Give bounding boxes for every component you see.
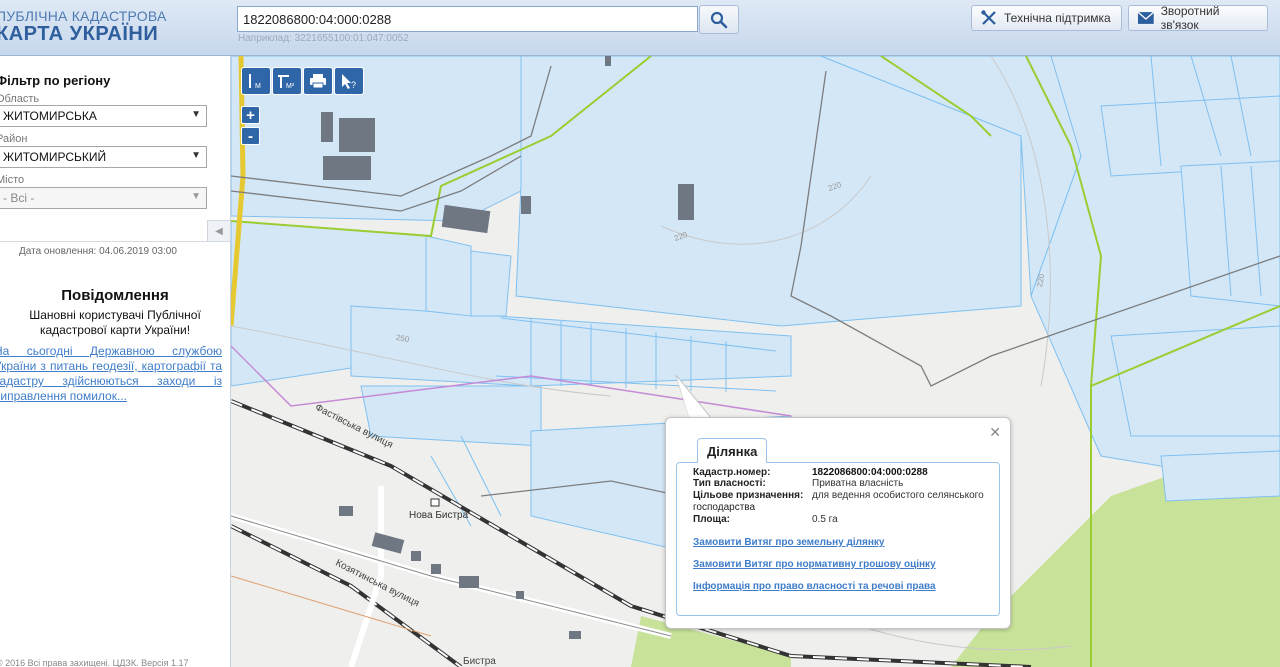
zoom-in-button[interactable]: + — [241, 106, 260, 124]
oblast-value: ЖИТОМИРСЬКА — [3, 109, 97, 123]
pointer-question-icon: ? — [342, 74, 356, 90]
cadastr-label: Кадастр.номер: — [693, 467, 771, 478]
oblast-label: Область — [0, 93, 40, 105]
rayon-label: Район — [0, 133, 28, 145]
notice-link[interactable]: На сьогодні Державною службою України з … — [0, 344, 222, 404]
purpose-value-cont: господарства — [693, 502, 756, 513]
logo-line1: ПУБЛІЧНА КАДАСТРОВА — [0, 8, 167, 24]
ownership-info-link[interactable]: Інформація про право власності та речові… — [693, 581, 936, 592]
ruler-icon: M — [249, 74, 261, 90]
ownership-value: Приватна власність — [812, 478, 904, 489]
printer-icon — [310, 74, 326, 89]
village-label: Нова Бистра — [409, 510, 469, 521]
popup-pointer — [675, 374, 714, 420]
zoom-out-button[interactable]: - — [241, 127, 260, 145]
tech-support-button[interactable]: Технічна підтримка — [971, 5, 1122, 31]
copyright: © 2016 Всі права захищені. ЦДЗК. Версія … — [0, 658, 189, 667]
rayon-select[interactable]: ЖИТОМИРСЬКИЙ ▼ — [0, 146, 207, 168]
collapse-sidebar-button[interactable]: ◀ — [207, 220, 231, 242]
feedback-button[interactable]: Зворотний зв'язок — [1128, 4, 1268, 32]
svg-text:M: M — [255, 83, 261, 90]
minus-icon: - — [248, 127, 253, 145]
close-button[interactable]: ✕ — [989, 424, 1001, 441]
filter-title: Фільтр по регіону — [0, 73, 111, 88]
rayon-value: ЖИТОМИРСЬКИЙ — [3, 150, 107, 164]
measure-length-button[interactable]: M — [241, 67, 271, 95]
popup-content: Кадастр.номер: 1822086800:04:000:0288 Ти… — [676, 462, 1000, 616]
logo-line2: КАРТА УКРАЇНИ — [0, 23, 159, 45]
plus-icon: + — [246, 106, 255, 124]
update-date: Дата оновлення: 04.06.2019 03:00 — [19, 246, 177, 257]
logo[interactable]: ПУБЛІЧНА КАДАСТРОВА КАРТА УКРАЇНИ — [0, 8, 167, 46]
search-hint: Наприклад: 3221655100:01:047:0052 — [238, 33, 409, 44]
misto-value: - Всі - — [3, 191, 35, 205]
search-icon — [710, 11, 728, 28]
header: ПУБЛІЧНА КАДАСТРОВА КАРТА УКРАЇНИ Наприк… — [0, 0, 1280, 56]
app: ПУБЛІЧНА КАДАСТРОВА КАРТА УКРАЇНИ Наприк… — [0, 0, 1280, 667]
area-ruler-icon: M² — [278, 75, 295, 90]
area-value: 0.5 га — [812, 514, 838, 525]
cadastral-search-input[interactable] — [237, 6, 698, 32]
close-icon: ✕ — [989, 424, 1001, 440]
order-valuation-extract-link[interactable]: Замовити Витяг про нормативну грошову оц… — [693, 559, 936, 570]
tech-support-label: Технічна підтримка — [1004, 11, 1111, 25]
area-label: Площа: — [693, 514, 730, 525]
notice-body: Шановні користувачі Публічної кадастрово… — [29, 308, 201, 337]
sidebar: Фільтр по регіону Область ЖИТОМИРСЬКА ▼ … — [0, 56, 231, 667]
search-button[interactable] — [699, 5, 739, 34]
svg-text:?: ? — [351, 80, 356, 90]
misto-select[interactable]: - Всі - ▼ — [0, 187, 207, 209]
oblast-select[interactable]: ЖИТОМИРСЬКА ▼ — [0, 105, 207, 127]
divider — [0, 241, 230, 242]
misto-label: Місто — [0, 174, 25, 186]
order-parcel-extract-link[interactable]: Замовити Витяг про земельну ділянку — [693, 537, 884, 548]
identify-button[interactable]: ? — [334, 67, 364, 95]
cadastr-value: 1822086800:04:000:0288 — [812, 467, 928, 478]
notice-title: Повідомлення — [61, 287, 169, 304]
print-button[interactable] — [303, 67, 333, 95]
parcel-info-popup: ✕ Ділянка Кадастр.номер: 1822086800:04:0… — [665, 417, 1011, 629]
tools-icon — [981, 10, 996, 25]
station-label: Бистра — [463, 656, 496, 667]
chevron-left-icon: ◀ — [215, 225, 223, 237]
purpose-value: для ведення особистого селянського — [812, 490, 984, 501]
tab-parcel[interactable]: Ділянка — [697, 438, 768, 463]
measure-area-button[interactable]: M² — [272, 67, 302, 95]
dropdown-arrow-icon: ▼ — [191, 191, 201, 202]
ownership-label: Тип власності: — [693, 478, 766, 489]
purpose-label: Цільове призначення: — [693, 490, 804, 501]
dropdown-arrow-icon: ▼ — [191, 109, 201, 120]
map-toolbar: M M² ? — [241, 67, 364, 95]
feedback-label: Зворотний зв'язок — [1160, 4, 1220, 32]
dropdown-arrow-icon: ▼ — [191, 150, 201, 161]
svg-text:M²: M² — [286, 83, 295, 90]
envelope-icon — [1137, 11, 1155, 24]
